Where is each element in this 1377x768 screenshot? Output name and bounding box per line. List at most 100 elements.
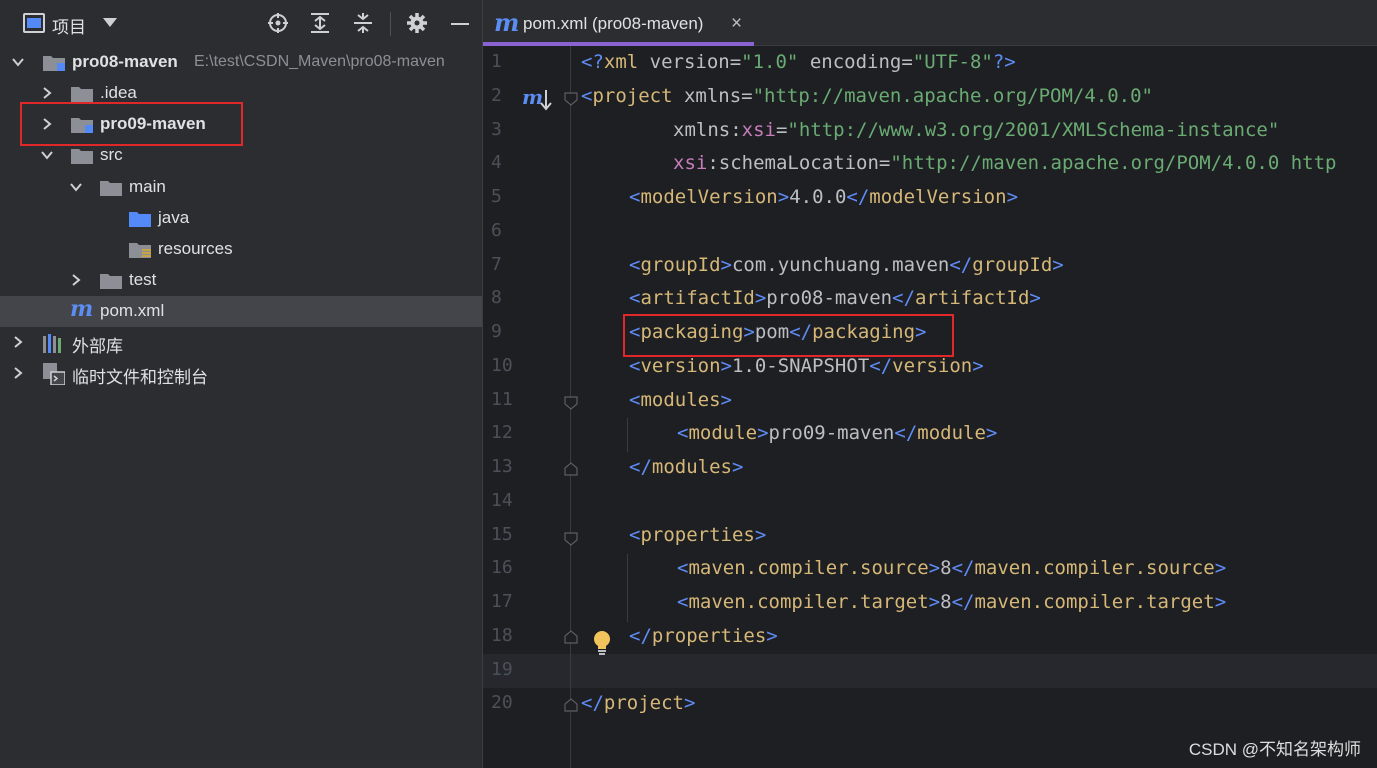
project-window-icon[interactable] [23, 13, 45, 33]
line-number: 8 [491, 287, 502, 308]
tree-label: .idea [100, 83, 137, 102]
maven-file-icon: m [70, 296, 94, 322]
code-line-2: <project xmlns="http://maven.apache.org/… [581, 85, 1153, 107]
fold-marker-icon[interactable] [564, 92, 578, 106]
token: maven.compiler.source [974, 557, 1215, 579]
chevron-down-icon[interactable] [41, 149, 53, 161]
line-number: 5 [491, 186, 502, 207]
tree-item-src[interactable]: src [0, 140, 482, 171]
line-number: 15 [491, 524, 513, 545]
fold-marker-icon[interactable] [564, 462, 578, 476]
code-line-1: <?xml version="1.0" encoding="UTF-8"?> [581, 51, 1016, 73]
code-line-8: <artifactId>pro08-maven</artifactId> [629, 287, 1041, 309]
tree-item-idea[interactable]: .idea [0, 78, 482, 109]
tree-item-pro09-maven[interactable]: pro09-maven [0, 109, 482, 140]
tree-label: 临时文件和控制台 [72, 368, 208, 387]
gear-icon[interactable] [406, 12, 428, 34]
tree-label: pro09-maven [100, 114, 206, 133]
tree-item-resources[interactable]: resources [0, 234, 482, 265]
code-line-15: <properties> [629, 524, 767, 546]
token: artifactId [640, 287, 755, 309]
code-editor[interactable]: 1 2 3 4 5 6 7 8 9 10 11 12 13 14 15 16 17 18 19 20 m <?xml … [483, 46, 1377, 768]
token: 8 [940, 591, 952, 613]
token: 4.0.0 [789, 186, 847, 208]
chevron-down-icon[interactable] [103, 18, 117, 27]
resources-folder-icon [129, 243, 151, 258]
tree-item-external-libraries[interactable]: 外部库 [0, 327, 482, 358]
token: groupId [972, 254, 1053, 276]
token: maven.compiler.target [688, 591, 929, 613]
token: <? [581, 51, 604, 73]
tree-label: pom.xml [100, 301, 165, 320]
code-line-17: <maven.compiler.target>8</maven.compiler… [677, 591, 1227, 613]
folder-icon [100, 181, 122, 196]
fold-marker-icon[interactable] [564, 630, 578, 644]
token: xsi [741, 119, 776, 141]
chevron-right-icon[interactable] [12, 367, 24, 379]
tree-label: src [100, 145, 123, 164]
token: version [640, 355, 721, 377]
fold-marker-icon[interactable] [564, 532, 578, 546]
locate-icon[interactable] [267, 12, 289, 34]
line-number: 7 [491, 254, 502, 275]
tree-label: 外部库 [72, 337, 123, 356]
tree-item-scratches[interactable]: 临时文件和控制台 [0, 358, 482, 389]
code-line-20: </project> [581, 692, 696, 714]
lightbulb-icon[interactable] [591, 630, 613, 656]
tree-item-java[interactable]: java [0, 203, 482, 234]
fold-marker-icon[interactable] [564, 396, 578, 410]
token: groupId [640, 254, 721, 276]
tree-item-test[interactable]: test [0, 265, 482, 296]
maven-file-icon: m [494, 8, 520, 37]
tree-item-pro08-maven[interactable]: pro08-maven E:\test\CSDN_Maven\pro08-mav… [0, 47, 482, 78]
token: xmlns: [673, 119, 742, 141]
code-line-13: </modules> [629, 456, 744, 478]
panel-title[interactable]: 项目 [52, 13, 86, 38]
token: version [892, 355, 973, 377]
chevron-down-icon[interactable] [12, 56, 24, 68]
tab-pom-xml[interactable]: m pom.xml (pro08-maven) × [483, 0, 754, 46]
token: 8 [940, 557, 952, 579]
tree-item-main[interactable]: main [0, 172, 482, 203]
close-icon[interactable]: × [731, 13, 742, 35]
minimize-icon[interactable] [451, 23, 469, 25]
line-number: 3 [491, 119, 502, 140]
line-number: 12 [491, 422, 513, 443]
token: properties [651, 625, 767, 647]
source-folder-icon [129, 212, 151, 227]
line-number: 14 [491, 490, 513, 511]
chevron-right-icon[interactable] [12, 336, 24, 348]
token: "UTF-8" [912, 51, 993, 73]
folder-icon [71, 87, 93, 102]
code-line-16: <maven.compiler.source>8</maven.compiler… [677, 557, 1227, 579]
token: "http://maven.apache.org/POM/4.0.0 http [890, 152, 1337, 174]
chevron-right-icon[interactable] [41, 87, 53, 99]
tree-item-pom-xml[interactable]: m pom.xml [0, 296, 482, 327]
line-number: 10 [491, 355, 513, 376]
token: project [603, 692, 684, 714]
maven-module-gutter-icon[interactable]: m [522, 84, 552, 112]
token: version= [638, 51, 742, 73]
project-panel-header: 项目 [0, 0, 482, 46]
collapse-all-icon[interactable] [352, 12, 374, 34]
token: com.yunchuang.maven [731, 254, 950, 276]
code-line-3: xmlns:xsi="http://www.w3.org/2001/XMLSch… [673, 119, 1279, 141]
project-tool-window: 项目 pro08-maven E:\test\CSDN_Maven\pro08-… [0, 0, 482, 768]
token: pro08-maven [766, 287, 893, 309]
chevron-down-icon[interactable] [70, 181, 82, 193]
editor-tab-bar: m pom.xml (pro08-maven) × [483, 0, 1377, 46]
line-number: 18 [491, 625, 513, 646]
line-number: 6 [491, 220, 502, 241]
token: modelVersion [869, 186, 1007, 208]
fold-marker-icon[interactable] [564, 698, 578, 712]
token: 1.0-SNAPSHOT [731, 355, 870, 377]
expand-all-icon[interactable] [309, 12, 331, 34]
svg-text:m: m [522, 85, 543, 109]
chevron-right-icon[interactable] [70, 274, 82, 286]
folder-icon [100, 274, 122, 289]
chevron-right-icon[interactable] [41, 118, 53, 130]
token: xml [603, 51, 639, 73]
token: xmlns= [672, 85, 753, 107]
code-line-7: <groupId>com.yunchuang.maven</groupId> [629, 254, 1064, 276]
token: xsi [673, 152, 708, 174]
